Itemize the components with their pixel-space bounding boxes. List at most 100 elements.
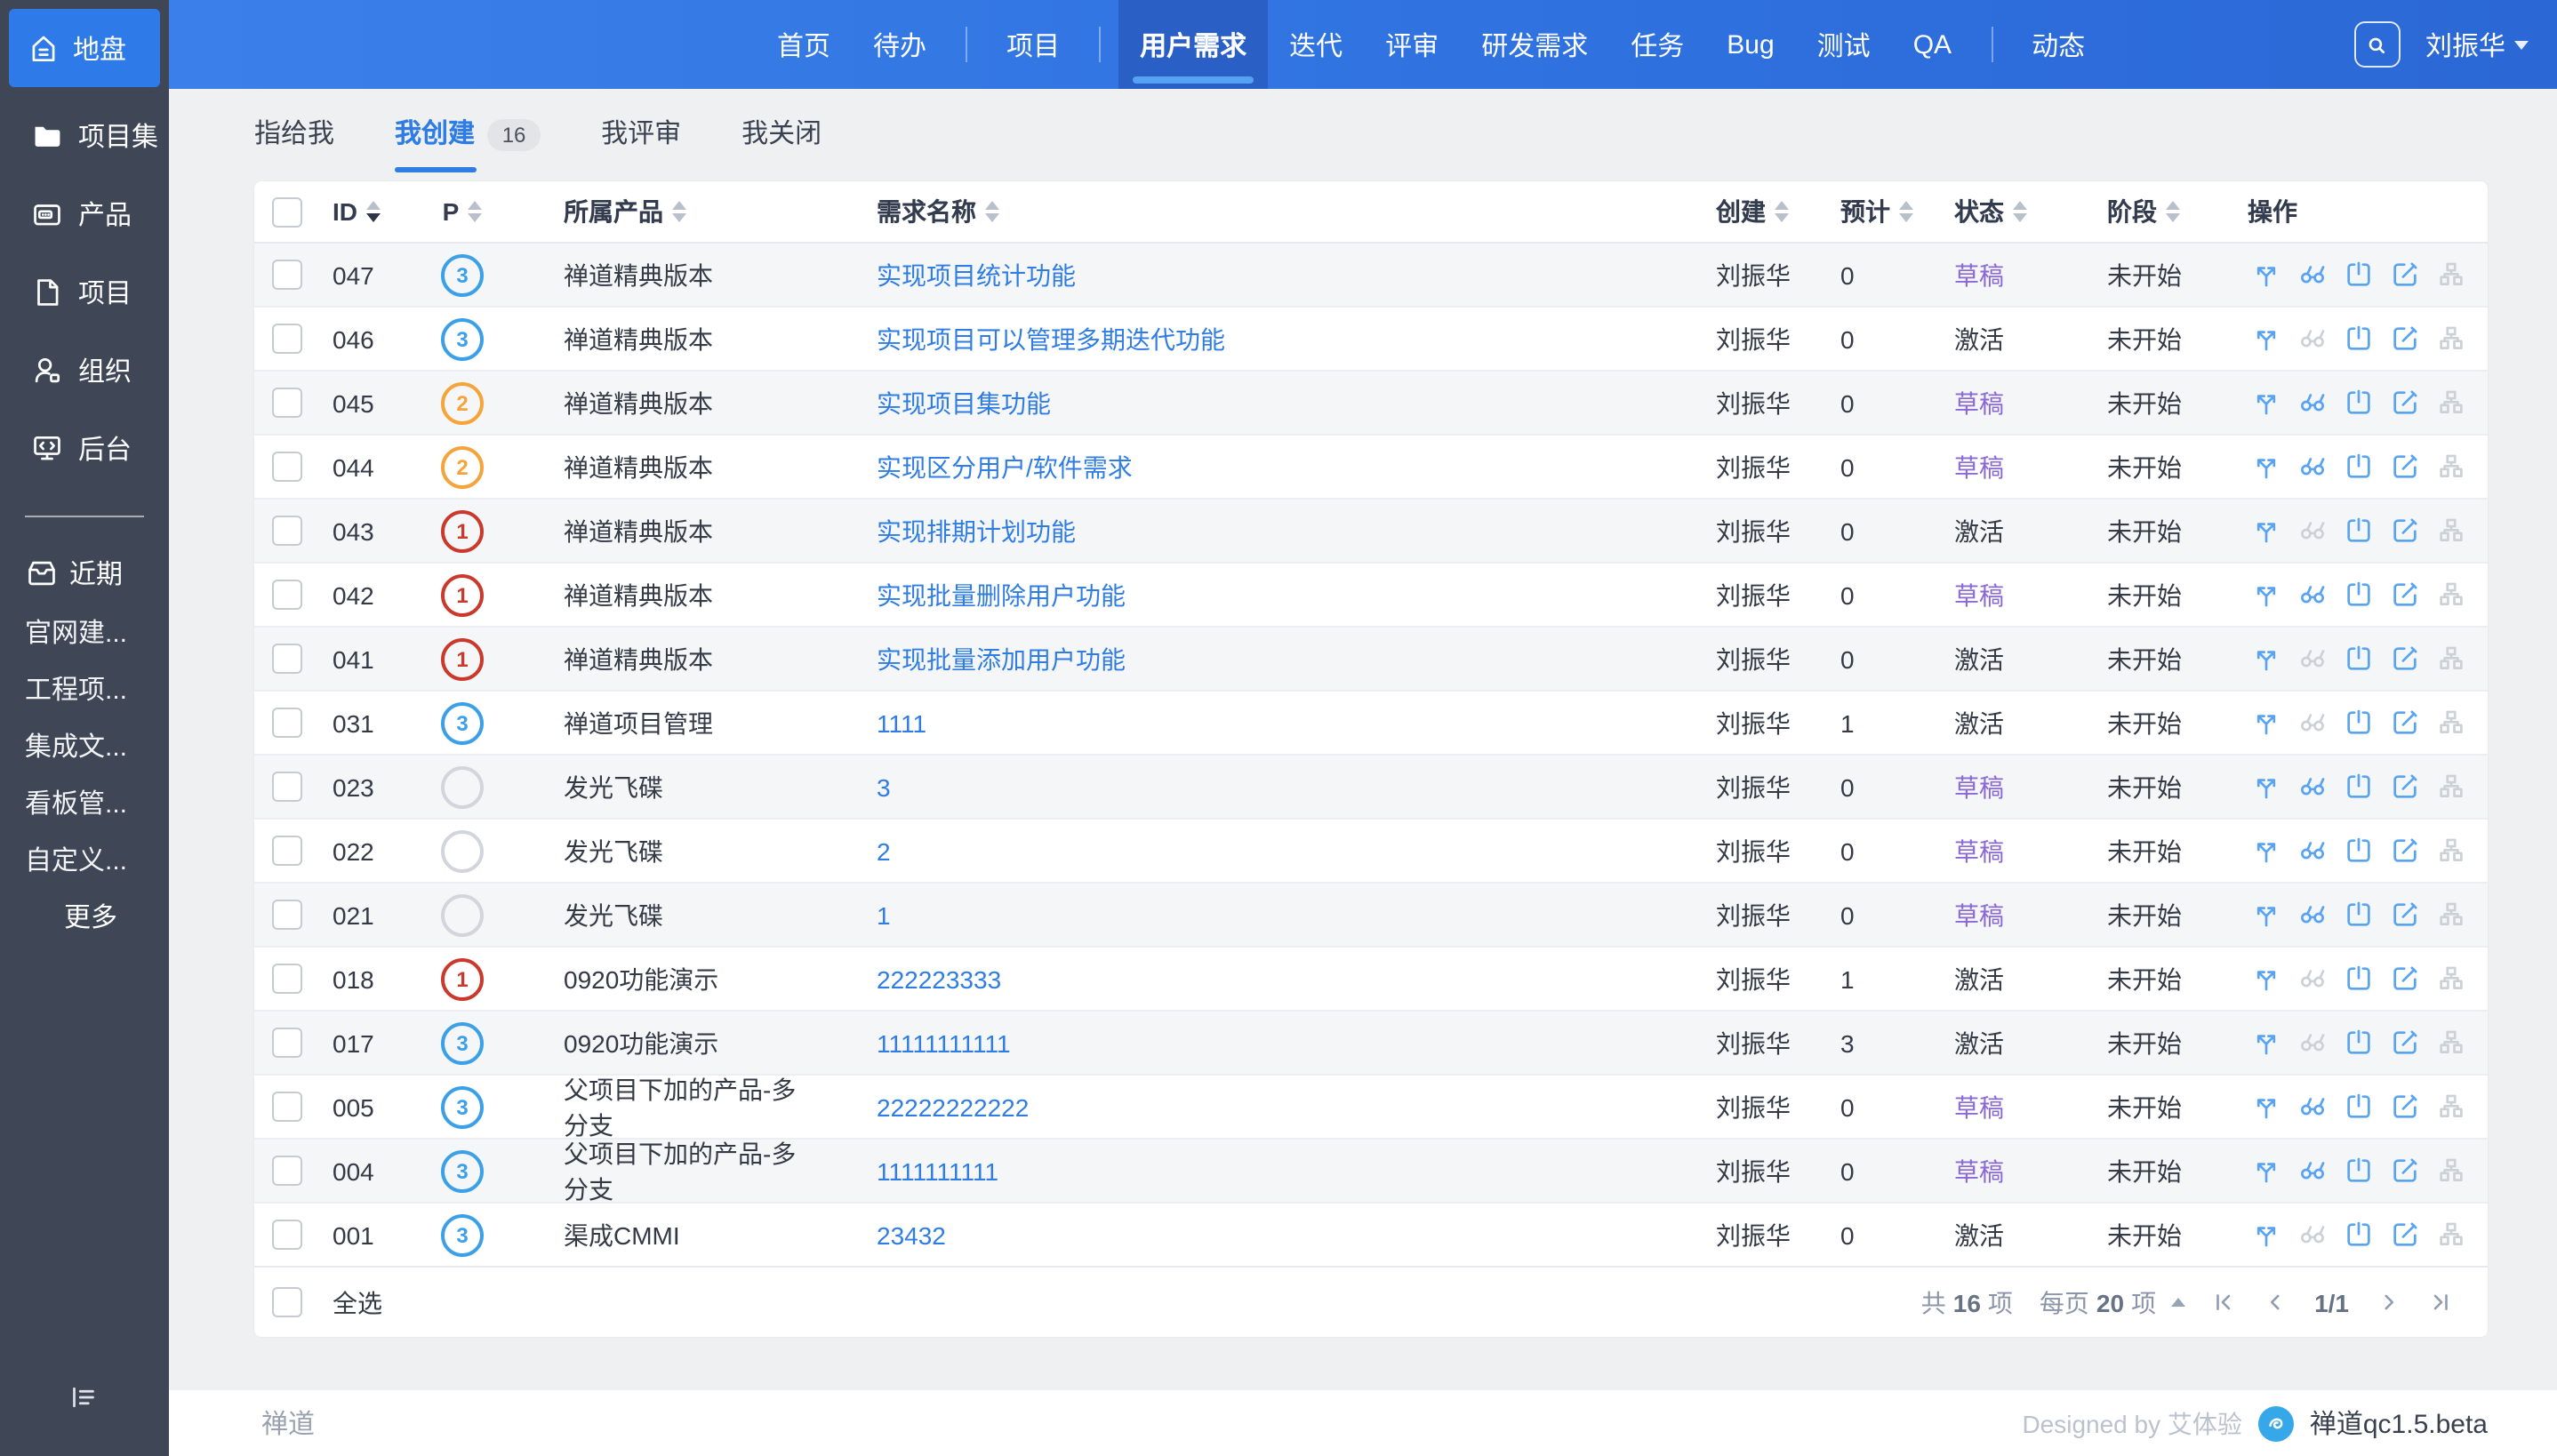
submit-icon[interactable] [2340, 1153, 2376, 1188]
subdivide-icon[interactable] [2433, 769, 2468, 804]
review-icon[interactable] [2294, 705, 2329, 740]
review-icon[interactable] [2294, 577, 2329, 612]
subdivide-icon[interactable] [2433, 897, 2468, 932]
review-icon[interactable] [2294, 897, 2329, 932]
split-requirement-icon[interactable] [2248, 641, 2283, 676]
edit-icon[interactable] [2386, 257, 2422, 292]
edit-icon[interactable] [2386, 1025, 2422, 1060]
requirement-link[interactable]: 11111111111 [877, 1028, 1011, 1057]
edit-icon[interactable] [2386, 385, 2422, 420]
split-requirement-icon[interactable] [2248, 769, 2283, 804]
row-checkbox[interactable] [272, 964, 302, 994]
edit-icon[interactable] [2386, 449, 2422, 484]
requirement-link[interactable]: 3 [877, 772, 891, 801]
review-icon[interactable] [2294, 449, 2329, 484]
split-requirement-icon[interactable] [2248, 1217, 2283, 1252]
pagination-per-page[interactable]: 每页 20 项 [2040, 1284, 2184, 1320]
row-checkbox[interactable] [272, 1092, 302, 1122]
column-header-stage[interactable]: 阶段 [2089, 194, 2232, 229]
tab-assigned-to-me[interactable]: 指给我 [254, 89, 334, 181]
subdivide-icon[interactable] [2433, 257, 2468, 292]
nav-item-home[interactable]: 首页 [756, 0, 852, 89]
nav-item-review[interactable]: 评审 [1364, 0, 1460, 89]
split-requirement-icon[interactable] [2248, 449, 2283, 484]
subdivide-icon[interactable] [2433, 1153, 2468, 1188]
last-page-button[interactable] [2427, 1290, 2452, 1315]
review-icon[interactable] [2294, 1025, 2329, 1060]
submit-icon[interactable] [2340, 705, 2376, 740]
subdivide-icon[interactable] [2433, 321, 2468, 356]
sidebar-more-button[interactable]: 更多 [0, 887, 169, 944]
sidebar-item-program[interactable]: 项目集 [0, 96, 169, 174]
requirement-link[interactable]: 实现项目可以管理多期迭代功能 [877, 321, 1225, 356]
requirement-link[interactable]: 2 [877, 836, 891, 865]
split-requirement-icon[interactable] [2248, 1025, 2283, 1060]
edit-icon[interactable] [2386, 833, 2422, 868]
nav-item-todo[interactable]: 待办 [852, 0, 948, 89]
user-menu[interactable]: 刘振华 [2425, 0, 2557, 89]
subdivide-icon[interactable] [2433, 1025, 2468, 1060]
tab-created-by-me[interactable]: 我创建 16 [395, 89, 541, 181]
subdivide-icon[interactable] [2433, 1217, 2468, 1252]
tab-reviewed-by-me[interactable]: 我评审 [601, 89, 681, 181]
nav-item-iteration[interactable]: 迭代 [1268, 0, 1364, 89]
review-icon[interactable] [2294, 1153, 2329, 1188]
requirement-link[interactable]: 1111 [877, 708, 926, 737]
subdivide-icon[interactable] [2433, 577, 2468, 612]
sidebar-recent-item[interactable]: 官网建... [0, 603, 169, 660]
review-icon[interactable] [2294, 1217, 2329, 1252]
column-header-name[interactable]: 需求名称 [820, 194, 1698, 229]
edit-icon[interactable] [2386, 577, 2422, 612]
column-header-estimate[interactable]: 预计 [1823, 194, 1936, 229]
nav-item-bug[interactable]: Bug [1705, 0, 1795, 89]
requirement-link[interactable]: 实现排期计划功能 [877, 513, 1076, 548]
select-all-checkbox[interactable] [272, 1287, 302, 1317]
footer-brand[interactable]: 禅道 [261, 1404, 315, 1442]
edit-icon[interactable] [2386, 513, 2422, 548]
submit-icon[interactable] [2340, 385, 2376, 420]
review-icon[interactable] [2294, 641, 2329, 676]
requirement-link[interactable]: 实现批量删除用户功能 [877, 577, 1126, 612]
nav-item-user-requirement[interactable]: 用户需求 [1118, 0, 1268, 89]
sidebar-item-organization[interactable]: 组织 [0, 331, 169, 409]
edit-icon[interactable] [2386, 1089, 2422, 1124]
split-requirement-icon[interactable] [2248, 385, 2283, 420]
review-icon[interactable] [2294, 321, 2329, 356]
edit-icon[interactable] [2386, 897, 2422, 932]
first-page-button[interactable] [2211, 1290, 2236, 1315]
requirement-link[interactable]: 22222222222 [877, 1092, 1029, 1121]
requirement-link[interactable]: 23432 [877, 1220, 946, 1249]
edit-icon[interactable] [2386, 1153, 2422, 1188]
row-checkbox[interactable] [272, 1028, 302, 1058]
submit-icon[interactable] [2340, 961, 2376, 996]
subdivide-icon[interactable] [2433, 705, 2468, 740]
split-requirement-icon[interactable] [2248, 833, 2283, 868]
requirement-link[interactable]: 222223333 [877, 964, 1001, 993]
edit-icon[interactable] [2386, 705, 2422, 740]
column-header-product[interactable]: 所属产品 [503, 194, 820, 229]
submit-icon[interactable] [2340, 897, 2376, 932]
column-header-status[interactable]: 状态 [1936, 194, 2089, 229]
submit-icon[interactable] [2340, 449, 2376, 484]
submit-icon[interactable] [2340, 513, 2376, 548]
split-requirement-icon[interactable] [2248, 577, 2283, 612]
split-requirement-icon[interactable] [2248, 897, 2283, 932]
split-requirement-icon[interactable] [2248, 513, 2283, 548]
sidebar-item-workspace[interactable]: 地盘 [9, 9, 160, 87]
submit-icon[interactable] [2340, 1025, 2376, 1060]
prev-page-button[interactable] [2263, 1290, 2288, 1315]
sidebar-recent-item[interactable]: 看板管... [0, 773, 169, 830]
split-requirement-icon[interactable] [2248, 257, 2283, 292]
row-checkbox[interactable] [272, 836, 302, 866]
edit-icon[interactable] [2386, 321, 2422, 356]
nav-item-test[interactable]: 测试 [1796, 0, 1892, 89]
column-header-priority[interactable]: P [421, 197, 503, 226]
submit-icon[interactable] [2340, 257, 2376, 292]
select-all-checkbox-header[interactable] [272, 196, 302, 227]
tab-closed-by-me[interactable]: 我关闭 [741, 89, 822, 181]
requirement-link[interactable]: 实现批量添加用户功能 [877, 641, 1126, 676]
requirement-link[interactable]: 实现项目统计功能 [877, 257, 1076, 292]
row-checkbox[interactable] [272, 388, 302, 418]
subdivide-icon[interactable] [2433, 1089, 2468, 1124]
submit-icon[interactable] [2340, 641, 2376, 676]
